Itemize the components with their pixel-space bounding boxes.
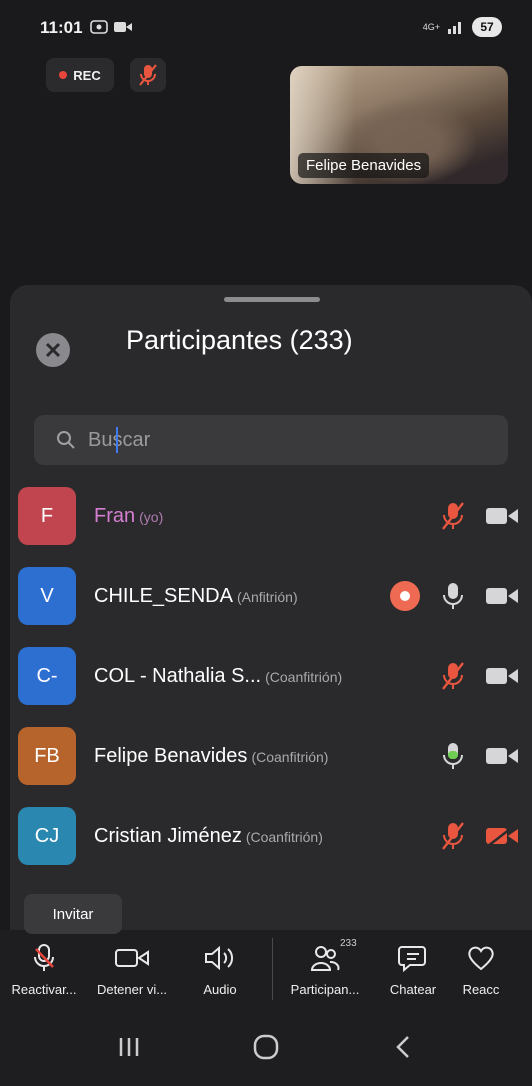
status-notification-icons	[90, 20, 132, 34]
participant-name: Fran	[94, 505, 136, 527]
participant-role: (Coanfitrión)	[245, 829, 323, 845]
invite-button[interactable]: Invitar	[24, 894, 122, 934]
toolbar-label: Reactivar...	[11, 981, 77, 997]
close-button[interactable]	[36, 333, 70, 367]
screen-record-icon	[90, 20, 108, 34]
text-cursor	[116, 427, 118, 453]
status-time: 11:01	[40, 18, 83, 37]
participant-name-row: Felipe Benavides (Coanfitrión)	[94, 745, 328, 768]
recording-label: REC	[73, 67, 101, 83]
video-on-icon[interactable]	[486, 506, 518, 526]
recording-dot-icon	[59, 71, 68, 79]
drag-handle[interactable]	[224, 297, 320, 302]
battery-icon: 57	[472, 17, 502, 37]
active-speaker-video[interactable]: Felipe Benavides	[290, 66, 508, 184]
video-notification-icon	[114, 22, 132, 32]
participant-name-row: COL - Nathalia S... (Coanfitrión)	[94, 665, 342, 688]
mic-muted-icon[interactable]	[440, 821, 466, 851]
mic-speaking-icon[interactable]	[440, 741, 466, 771]
search-icon	[57, 431, 75, 449]
participant-role: (Coanfitrión)	[265, 669, 343, 685]
video-on-icon[interactable]	[486, 746, 518, 766]
participant-status-icons	[440, 821, 518, 851]
participant-name-row: Cristian Jiménez (Coanfitrión)	[94, 825, 323, 848]
back-button[interactable]	[373, 1022, 433, 1072]
video-tile-name: Felipe Benavides	[298, 153, 430, 178]
search-input[interactable]	[88, 428, 468, 452]
network-type: 4G+	[422, 22, 440, 32]
mic-muted-icon[interactable]	[440, 661, 466, 691]
speaker-icon	[205, 945, 234, 970]
participant-name: COL - Nathalia S...	[94, 665, 262, 687]
participants-count: 233	[340, 937, 357, 949]
participant-name: CHILE_SENDA	[94, 585, 233, 607]
mic-muted-icon	[34, 943, 54, 971]
toolbar-label: Chatear	[389, 981, 437, 997]
recording-badge[interactable]: REC	[46, 58, 114, 92]
participant-row[interactable]: CJ Cristian Jiménez (Coanfitrión)	[10, 801, 532, 881]
participant-status-icons	[390, 581, 518, 611]
panel-title: Participantes (233)	[126, 325, 353, 355]
participant-name-row: Fran (yo)	[94, 505, 163, 528]
avatar: C-	[18, 647, 76, 705]
mic-muted-indicator	[130, 58, 166, 92]
participant-row[interactable]: FB Felipe Benavides (Coanfitrión)	[10, 721, 532, 801]
recents-icon	[119, 1038, 138, 1056]
video-on-icon[interactable]	[486, 666, 518, 686]
toolbar-label: Participan...	[290, 981, 360, 997]
avatar: F	[18, 487, 76, 545]
participant-role: (yo)	[139, 509, 164, 525]
home-button[interactable]	[236, 1022, 296, 1072]
chat-button[interactable]: Chatear	[369, 942, 457, 997]
participant-status-icons	[440, 741, 518, 771]
participant-row[interactable]: C- COL - Nathalia S... (Coanfitrión)	[10, 641, 532, 721]
video-off-icon[interactable]	[486, 825, 518, 847]
participants-button[interactable]: 233 Participan...	[281, 938, 369, 997]
video-on-icon[interactable]	[486, 586, 518, 606]
avatar: V	[18, 567, 76, 625]
reactions-button[interactable]: Reacc	[457, 942, 505, 997]
meeting-toolbar: Reactivar... Detener vi... Audio 233 Par…	[0, 930, 532, 1008]
recording-icon	[390, 581, 420, 611]
participant-row[interactable]: F Fran (yo)	[10, 481, 532, 561]
system-nav-bar	[0, 1008, 532, 1086]
participant-role: (Anfitrión)	[236, 589, 298, 605]
participant-status-icons	[440, 501, 518, 531]
participant-status-icons	[440, 661, 518, 691]
back-icon	[396, 1036, 410, 1058]
participant-name: Cristian Jiménez	[94, 825, 242, 847]
heart-icon	[468, 946, 494, 970]
video-camera-icon	[115, 948, 149, 967]
stop-video-button[interactable]: Detener vi...	[88, 942, 176, 997]
participants-icon	[310, 945, 340, 971]
signal-icon	[448, 22, 461, 34]
close-icon	[45, 342, 61, 358]
chat-icon	[398, 945, 426, 972]
avatar: CJ	[18, 807, 76, 865]
recents-button[interactable]	[99, 1022, 159, 1072]
participant-name: Felipe Benavides	[94, 745, 248, 767]
mic-on-icon[interactable]	[440, 581, 466, 611]
toolbar-label: Reacc	[462, 981, 500, 997]
participant-name-row: CHILE_SENDA (Anfitrión)	[94, 585, 298, 608]
participant-role: (Coanfitrión)	[251, 749, 329, 765]
toolbar-label: Detener vi...	[96, 981, 168, 997]
audio-button[interactable]: Audio	[176, 942, 264, 997]
unmute-button[interactable]: Reactivar...	[0, 942, 88, 997]
status-system-icons: 4G+ 57	[423, 17, 502, 37]
toolbar-label: Audio	[203, 981, 237, 997]
search-box[interactable]	[34, 415, 508, 465]
toolbar-divider	[272, 938, 273, 1000]
status-bar: 11:01 4G+ 57	[0, 0, 532, 52]
participants-panel: Participantes (233) F Fran(yo) V CHILE_S…	[10, 285, 532, 935]
home-icon	[253, 1034, 279, 1060]
participant-row[interactable]: V CHILE_SENDA (Anfitrión)	[10, 561, 532, 641]
avatar: FB	[18, 727, 76, 785]
mic-muted-icon[interactable]	[440, 501, 466, 531]
mic-muted-icon	[139, 64, 157, 86]
